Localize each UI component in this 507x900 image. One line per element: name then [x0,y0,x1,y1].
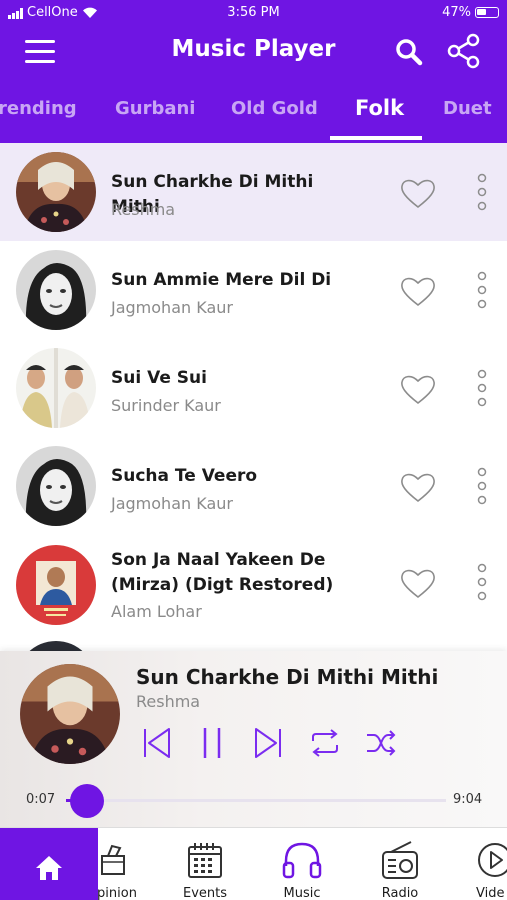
song-title: Son Ja Naal Yakeen De (Mirza) (Digt Rest… [111,550,334,595]
share-icon[interactable] [446,33,482,69]
song-row[interactable]: Sucha Te Veero Jagmohan Kaur [0,437,507,535]
song-artwork [16,348,96,428]
search-icon[interactable] [395,38,423,66]
video-icon [478,843,507,877]
song-artwork [16,250,96,330]
more-options-icon[interactable] [474,563,490,601]
song-title: Sui Ve Sui [111,368,207,388]
progress-track[interactable] [66,799,446,802]
song-title: Sucha Te Veero [111,466,258,486]
shuffle-icon[interactable] [364,726,398,760]
song-artwork [16,446,96,526]
nav-events[interactable]: Events [170,836,240,900]
active-tab-indicator [330,136,422,140]
nav-opinion[interactable]: pinion [92,836,142,900]
battery-info: 47% [442,5,499,20]
tab-folk[interactable]: Folk [355,96,404,120]
opinion-icon [101,844,125,875]
song-artist: Jagmohan Kaur [111,298,233,317]
nav-radio[interactable]: Radio [365,836,435,900]
home-icon [36,856,62,880]
nav-label: Events [182,886,227,900]
nav-music[interactable]: Music [267,836,337,900]
song-artwork [16,152,96,232]
song-row[interactable]: Sun Charkhe Di Mithi Mithi Reshma [0,143,507,241]
calendar-icon [188,843,222,878]
heart-icon[interactable] [400,471,436,503]
repeat-icon[interactable] [308,726,342,760]
battery-icon [475,7,499,18]
song-row[interactable]: Sui Ve Sui Surinder Kaur [0,339,507,437]
tab-old-gold[interactable]: Old Gold [231,98,318,119]
nav-label: Music [283,886,321,900]
current-time: 0:07 [26,792,56,807]
category-tabs: rending Gurbani Old Gold Folk Duet [0,90,507,143]
song-artist: Jagmohan Kaur [111,494,233,513]
tab-duet[interactable]: Duet [443,98,492,119]
more-options-icon[interactable] [474,271,490,309]
song-row[interactable]: Sun Ammie Mere Dil Di Jagmohan Kaur [0,241,507,339]
song-list[interactable]: Sun Charkhe Di Mithi Mithi Reshma Sun Am… [0,143,507,653]
nav-label: Radio [381,886,419,900]
total-time: 9:04 [453,792,483,807]
heart-icon[interactable] [400,373,436,405]
song-artist: Surinder Kaur [111,396,221,415]
tab-trending[interactable]: rending [0,98,77,119]
radio-icon [382,841,418,879]
status-bar: CellOne 3:56 PM 47% [0,5,507,23]
next-track-icon[interactable] [252,726,286,760]
song-title: Sun Ammie Mere Dil Di [111,270,332,290]
tab-gurbani[interactable]: Gurbani [115,98,195,119]
now-playing-artist: Reshma [136,692,201,711]
progress-knob[interactable] [70,784,104,818]
heart-icon[interactable] [400,177,436,209]
song-artist: Reshma [111,200,176,219]
more-options-icon[interactable] [474,467,490,505]
now-playing-artwork [20,664,120,764]
song-artist: Alam Lohar [111,602,202,621]
song-row[interactable]: Son Ja Naal Yakeen De (Mirza) (Digt Rest… [0,535,507,643]
more-options-icon[interactable] [474,369,490,407]
song-artwork [16,545,96,625]
page-title: Music Player [171,36,336,62]
more-options-icon[interactable] [474,173,490,211]
now-playing-title: Sun Charkhe Di Mithi Mithi [136,665,439,689]
heart-icon[interactable] [400,275,436,307]
app-header: CellOne 3:56 PM 47% Music Player rending… [0,0,507,143]
battery-percent: 47% [442,5,471,20]
now-playing-bar: Sun Charkhe Di Mithi Mithi Reshma 0:07 9… [0,651,507,827]
nav-home[interactable] [0,828,98,900]
clock: 3:56 PM [227,5,280,20]
nav-label: pinion [97,886,137,900]
nav-label: Vide [476,886,505,900]
pause-icon[interactable] [195,726,229,760]
bottom-navigation: pinion Events Music Radio Vide [0,827,507,900]
nav-video[interactable]: Vide [472,836,507,900]
previous-track-icon[interactable] [139,726,173,760]
headphones-icon [282,842,322,879]
heart-icon[interactable] [400,567,436,599]
